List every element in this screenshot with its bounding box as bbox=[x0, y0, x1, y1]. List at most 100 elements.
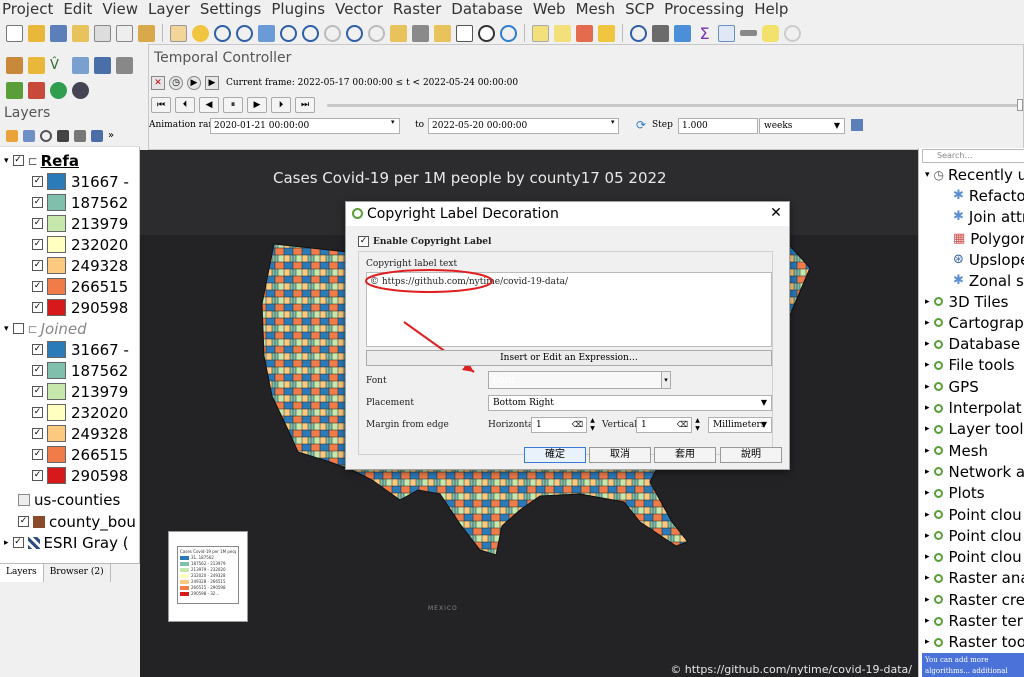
attribute-table-icon[interactable] bbox=[718, 24, 735, 42]
expand-arrow-icon[interactable]: ▸ bbox=[925, 595, 930, 605]
layer-visibility-checkbox[interactable] bbox=[12, 323, 24, 334]
add-vector-icon[interactable] bbox=[6, 56, 23, 74]
range-start-input[interactable]: 2020-01-21 00:00:00 bbox=[210, 118, 400, 134]
menu-edit[interactable]: Edit bbox=[63, 0, 92, 18]
legend-class-row[interactable]: ✓ 232020 bbox=[0, 402, 140, 423]
zoom-next-icon[interactable] bbox=[368, 24, 385, 42]
provider-group-item[interactable]: ▸ File tools bbox=[919, 355, 1024, 376]
expand-arrow-icon[interactable]: ▸ bbox=[925, 467, 930, 477]
menu-settings[interactable]: Settings bbox=[200, 0, 262, 18]
new-project-icon[interactable] bbox=[6, 24, 23, 42]
expand-arrow-icon[interactable]: ▸ bbox=[925, 424, 930, 434]
select-location-icon[interactable] bbox=[598, 24, 615, 42]
layer-visibility-checkbox[interactable]: ✓ bbox=[12, 537, 24, 548]
provider-group-item[interactable]: ▸ Raster too bbox=[919, 632, 1024, 653]
layer-county-bou[interactable]: ✓ county_bou bbox=[0, 511, 140, 532]
show-bookmarks-icon[interactable] bbox=[456, 24, 473, 42]
apply-button[interactable]: 套用 bbox=[654, 447, 716, 463]
digitize-icon[interactable] bbox=[94, 56, 111, 74]
expand-arrow-icon[interactable]: ▸ bbox=[925, 510, 930, 520]
zoom-selection-icon[interactable] bbox=[280, 24, 297, 42]
legend-class-row[interactable]: ✓ 232020 bbox=[0, 234, 140, 255]
layer-visibility-checkbox[interactable]: ✓ bbox=[12, 155, 24, 166]
collapse-arrow-icon[interactable]: ▾ bbox=[4, 156, 9, 166]
vertex-tool-icon[interactable] bbox=[116, 56, 133, 74]
algorithm-item[interactable]: ⊛ Upslope bbox=[919, 249, 1024, 270]
provider-group-item[interactable]: ▸ Network a bbox=[919, 461, 1024, 482]
more-icon[interactable]: » bbox=[108, 130, 120, 142]
layer-group-joined[interactable]: ▾ ⊏ Joined bbox=[0, 318, 140, 339]
class-checkbox[interactable]: ✓ bbox=[32, 197, 43, 208]
pan-to-selection-icon[interactable] bbox=[192, 24, 209, 42]
provider-group-item[interactable]: ▸ Interpolat bbox=[919, 398, 1024, 419]
menu-scp[interactable]: SCP bbox=[625, 0, 654, 18]
new-map-view-icon[interactable] bbox=[390, 24, 407, 42]
temporal-controller-icon[interactable] bbox=[478, 24, 495, 42]
georeferencer-icon[interactable] bbox=[50, 81, 67, 99]
expand-arrow-icon[interactable]: ▸ bbox=[925, 403, 930, 413]
legend-class-row[interactable]: ✓ 187562 bbox=[0, 192, 140, 213]
layer-visibility-checkbox[interactable]: ✓ bbox=[18, 516, 29, 527]
provider-group-item[interactable]: ▸ Plots bbox=[919, 483, 1024, 504]
processing-toolbox-icon[interactable] bbox=[674, 24, 691, 42]
tab-browser[interactable]: Browser (2) bbox=[44, 564, 111, 582]
play-backward-button[interactable]: ◀ bbox=[199, 97, 219, 113]
menu-raster[interactable]: Raster bbox=[393, 0, 441, 18]
expand-arrow-icon[interactable]: ▸ bbox=[925, 573, 930, 583]
filter-icon[interactable] bbox=[57, 129, 69, 142]
recently-used-group[interactable]: ▾ ◷ Recently u bbox=[919, 164, 1024, 185]
expand-arrow-icon[interactable]: ▸ bbox=[925, 637, 930, 647]
expand-arrow-icon[interactable]: ▸ bbox=[925, 360, 930, 370]
fixed-range-icon[interactable]: ◷ bbox=[169, 76, 183, 90]
vertical-spin-arrows[interactable]: ▲ ▼ bbox=[693, 417, 702, 433]
class-checkbox[interactable]: ✓ bbox=[32, 407, 43, 418]
font-button[interactable]: Font bbox=[488, 371, 662, 389]
collapse-arrow-icon[interactable]: ▸ bbox=[4, 538, 9, 548]
deselect-icon[interactable] bbox=[576, 24, 593, 42]
class-checkbox[interactable]: ✓ bbox=[32, 386, 43, 397]
rewind-start-button[interactable]: ⏮ bbox=[151, 97, 171, 113]
legend-class-row[interactable]: ✓ 213979 bbox=[0, 213, 140, 234]
play-forward-button[interactable]: ▶ bbox=[247, 97, 267, 113]
animated-mode-icon[interactable]: ▶ bbox=[187, 76, 201, 90]
add-group-icon[interactable] bbox=[23, 129, 35, 142]
previous-frame-button[interactable]: ⏴︎ bbox=[175, 97, 195, 113]
cancel-button[interactable]: 取消 bbox=[589, 447, 651, 463]
refresh-icon[interactable] bbox=[500, 24, 517, 42]
python-console-icon[interactable] bbox=[6, 81, 23, 99]
class-checkbox[interactable]: ✓ bbox=[32, 302, 43, 313]
provider-group-item[interactable]: ▸ Database bbox=[919, 334, 1024, 355]
legend-class-row[interactable]: ✓ 249328 bbox=[0, 423, 140, 444]
algorithm-item[interactable]: ✱ Zonal st bbox=[919, 270, 1024, 291]
identify-icon[interactable] bbox=[630, 24, 647, 42]
menu-processing[interactable]: Processing bbox=[664, 0, 744, 18]
reset-range-icon[interactable]: ⟳ bbox=[636, 118, 646, 132]
legend-class-row[interactable]: ✓ 290598 bbox=[0, 297, 140, 318]
legend-class-row[interactable]: ✓ 266515 bbox=[0, 276, 140, 297]
provider-group-item[interactable]: ▸ Point clou bbox=[919, 547, 1024, 568]
expand-arrow-icon[interactable]: ▸ bbox=[925, 616, 930, 626]
class-checkbox[interactable]: ✓ bbox=[32, 176, 43, 187]
menu-web[interactable]: Web bbox=[533, 0, 566, 18]
zoom-full-icon[interactable] bbox=[258, 24, 275, 42]
processing-search-input[interactable]: Search… bbox=[922, 149, 1024, 163]
menu-mesh[interactable]: Mesh bbox=[576, 0, 616, 18]
expand-arrow-icon[interactable]: ▸ bbox=[925, 531, 930, 541]
layout-manager-icon[interactable] bbox=[116, 24, 133, 42]
bookmark-icon[interactable] bbox=[434, 24, 451, 42]
expand-arrow-icon[interactable]: ▸ bbox=[925, 382, 930, 392]
legend-class-row[interactable]: ✓ 266515 bbox=[0, 444, 140, 465]
print-layout-icon[interactable] bbox=[94, 24, 111, 42]
expand-arrow-icon[interactable]: ▸ bbox=[925, 297, 930, 307]
class-checkbox[interactable]: ✓ bbox=[32, 449, 43, 460]
pause-button[interactable]: ⏸ bbox=[223, 97, 243, 113]
horizontal-margin-input[interactable]: 1 ⌫ bbox=[531, 417, 587, 433]
menu-project[interactable]: Project bbox=[2, 0, 53, 18]
collapse-arrow-icon[interactable]: ▾ bbox=[925, 170, 930, 180]
layer-esri-gray[interactable]: ▸ ✓ ESRI Gray ( bbox=[0, 532, 140, 553]
provider-group-item[interactable]: ▸ 3D Tiles bbox=[919, 291, 1024, 312]
algorithm-item[interactable]: ▦ Polygor bbox=[919, 228, 1024, 249]
select-by-value-icon[interactable] bbox=[554, 24, 571, 42]
menu-layer[interactable]: Layer bbox=[148, 0, 190, 18]
style-layer-icon[interactable] bbox=[6, 129, 18, 142]
